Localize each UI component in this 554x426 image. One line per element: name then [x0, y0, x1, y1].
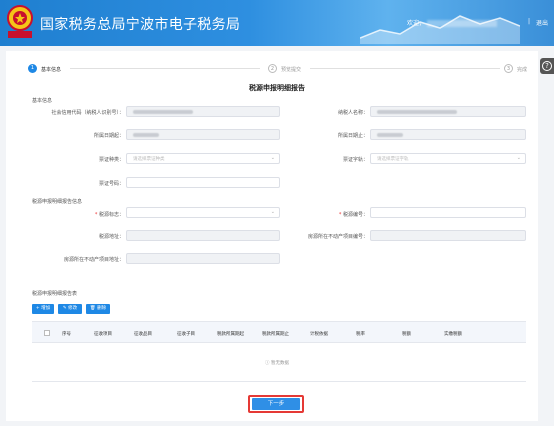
select-all-checkbox[interactable] — [44, 330, 50, 336]
step-1-dot: 1 — [28, 64, 37, 73]
detail-table-title: 税源申报明细报告表 — [32, 291, 78, 297]
source-flag-select[interactable]: ⌄ — [126, 207, 280, 218]
add-button[interactable]: + 增加 — [32, 304, 54, 314]
source-address-field — [126, 230, 280, 241]
welcome-label: 欢迎， — [407, 20, 426, 27]
cert-no-label: 票证号码： — [98, 181, 124, 187]
cert-char-label: 票证字轨： — [342, 157, 368, 163]
source-flag-label: * 税源标志： — [94, 212, 124, 218]
belong-start-label: 所属日期起： — [93, 133, 124, 139]
footer-divider — [32, 381, 526, 382]
taxpayer-id-label: 社会信用代码（纳税人识别号）： — [51, 110, 124, 116]
chevron-down-icon: ⌄ — [270, 209, 275, 215]
step-3-label: 完成 — [517, 67, 528, 73]
cert-no-input[interactable] — [126, 177, 280, 188]
redacted-value — [133, 110, 193, 114]
col-header: 实缴税额 — [444, 332, 462, 337]
step-line-1 — [70, 68, 260, 69]
step-line-2 — [310, 68, 500, 69]
help-button[interactable]: ? — [540, 58, 554, 74]
property-no-field — [370, 230, 526, 241]
delete-button[interactable]: 🗑 删除 — [86, 304, 110, 314]
detail-table-header: 序号 征收项目 征收品目 征收子目 税款所属期起 税款所属期止 计税依据 税率 … — [32, 321, 526, 343]
redacted-value — [133, 133, 159, 137]
col-header: 征收品目 — [134, 332, 152, 337]
form-title: 税源申报明细报告 — [249, 84, 305, 92]
source-no-label: * 税源编号： — [338, 212, 368, 218]
property-address-label: 房源所在不动产项目地址： — [63, 257, 124, 263]
step-3-dot: 3 — [504, 64, 513, 73]
belong-end-label: 所属日期止： — [337, 133, 368, 139]
belong-start-field — [126, 129, 280, 140]
redacted-value — [377, 110, 457, 114]
modify-button[interactable]: ✎ 修改 — [58, 304, 82, 314]
section-basic-info: 基本信息 — [32, 98, 53, 104]
chevron-down-icon: ⌄ — [270, 155, 275, 161]
tax-emblem-icon — [7, 5, 33, 38]
trash-icon: 🗑 — [89, 306, 98, 311]
col-header: 计税依据 — [310, 332, 328, 337]
col-header: 税款所属期起 — [217, 332, 244, 337]
empty-state: ⓘ 暂无数据 — [265, 361, 289, 366]
col-header: 税额 — [402, 332, 411, 337]
next-step-button[interactable]: 下一步 — [252, 398, 300, 410]
belong-end-field — [370, 129, 526, 140]
col-header: 征收子目 — [177, 332, 195, 337]
header-separator: | — [528, 18, 531, 25]
taxpayer-id-field — [126, 106, 280, 117]
step-2-label: 预览提交 — [281, 67, 302, 73]
col-header: 税率 — [356, 332, 365, 337]
property-no-label: 房源所在不动产项目编号： — [307, 234, 368, 240]
user-name-redacted — [427, 20, 498, 27]
chevron-down-icon: ⌄ — [516, 155, 521, 161]
col-header: 序号 — [62, 332, 71, 337]
col-header: 税款所属期止 — [262, 332, 289, 337]
property-address-field — [126, 253, 280, 264]
step-1-label: 基本信息 — [41, 67, 62, 73]
logout-link[interactable]: 退出 — [536, 18, 548, 27]
cert-type-placeholder: 请选择票证种类 — [133, 157, 165, 162]
cert-char-select[interactable]: 请选择票证字轨 ⌄ — [370, 153, 526, 164]
cert-char-placeholder: 请选择票证字轨 — [377, 157, 409, 162]
section-detail-info: 税源申报明细报告信息 — [32, 199, 83, 205]
step-2-dot: 2 — [268, 64, 277, 73]
redacted-value — [377, 133, 403, 137]
welcome-text: 欢迎， — [407, 18, 498, 27]
source-address-label: 税源地址： — [98, 234, 124, 240]
cert-type-label: 票证种类： — [98, 157, 124, 163]
taxpayer-name-label: 纳税人名称： — [337, 110, 368, 116]
question-icon: ? — [542, 61, 552, 71]
col-header: 征收项目 — [94, 332, 112, 337]
source-no-input[interactable] — [370, 207, 526, 218]
site-header: 国家税务总局宁波市电子税务局 欢迎， | 退出 — [0, 0, 554, 46]
cert-type-select[interactable]: 请选择票证种类 ⌄ — [126, 153, 280, 164]
site-title: 国家税务总局宁波市电子税务局 — [40, 17, 241, 33]
progress-steps: 1 基本信息 2 预览提交 3 完成 — [28, 64, 528, 74]
taxpayer-name-field — [370, 106, 526, 117]
